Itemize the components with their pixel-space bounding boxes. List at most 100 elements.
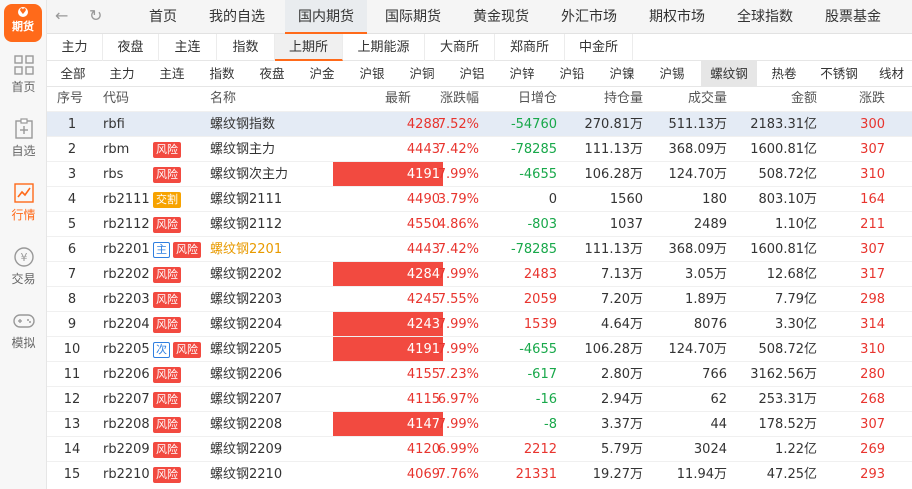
tab-product-hot-coil[interactable]: 热卷: [761, 61, 807, 87]
table-row[interactable]: 3 rbs 风险 螺纹钢次主力 4191 7.99% -4655 106.28万 124.70万…: [47, 161, 912, 187]
home-grid-icon: [13, 55, 34, 75]
tab-options[interactable]: 期权市场: [637, 0, 717, 34]
table-row[interactable]: 10 rb2205 次风险 螺纹钢2205 4191 7.99% -4655 106.28万 1…: [47, 336, 912, 362]
tab-product-night[interactable]: 夜盘: [249, 61, 295, 87]
tab-night[interactable]: 夜盘: [103, 34, 159, 61]
tab-domestic-futures[interactable]: 国内期货: [285, 0, 367, 34]
tab-dce[interactable]: 大商所: [425, 34, 495, 61]
header-name[interactable]: 名称: [210, 87, 236, 111]
table-row[interactable]: 13 rb2208 风险 螺纹钢2208 4147 7.99% -8 3.37万 44 178.5…: [47, 411, 912, 437]
table-row[interactable]: 2 rbm 风险 螺纹钢主力 4443 7.42% -78285 111.13万 368.09万…: [47, 136, 912, 161]
delivery-badge: 交割: [153, 191, 181, 208]
tab-cffex[interactable]: 中金所: [565, 34, 633, 61]
contract-name: 螺纹钢2209: [210, 442, 283, 457]
open-interest: 4.64万: [601, 317, 643, 332]
table-row[interactable]: 9 rb2204 风险 螺纹钢2204 4243 7.99% 1539 4.64万 8076 3.…: [47, 311, 912, 337]
pct-change: 6.97%: [437, 392, 479, 407]
table-row[interactable]: 11 rb2206 风险 螺纹钢2206 4155 7.23% -617 2.80万 766 31…: [47, 361, 912, 386]
tab-product-zinc[interactable]: 沪锌: [499, 61, 545, 87]
table-row[interactable]: 4 rb2111 交割 螺纹钢2111 4490 3.79% 0 1560 180 803.10万…: [47, 186, 912, 211]
amount: 47.25亿: [766, 467, 817, 482]
tab-product-rebar[interactable]: 螺纹钢: [701, 61, 757, 87]
header-volume[interactable]: 成交量: [649, 87, 727, 111]
table-row[interactable]: 8 rb2203 风险 螺纹钢2203 4245 7.55% 2059 7.20万 1.89万 7…: [47, 286, 912, 311]
table-row[interactable]: 6 rb2201 主风险 螺纹钢2201 4443 7.42% -78285 111.13万 3…: [47, 236, 912, 261]
sidebar-item-trade[interactable]: ¥ 交易: [0, 246, 47, 287]
header-code[interactable]: 代码: [103, 87, 129, 111]
table-row[interactable]: 12 rb2207 风险 螺纹钢2207 4115 6.97% -16 2.94万 62 253.…: [47, 386, 912, 411]
sidebar-item-market[interactable]: 行情: [0, 182, 47, 223]
tab-continuous[interactable]: 主连: [159, 34, 217, 61]
risk-badge: 风险: [153, 316, 181, 333]
sidebar-item-watchlist[interactable]: 自选: [0, 118, 47, 159]
risk-badge: 风险: [173, 341, 201, 358]
badge-group: 风险: [153, 137, 184, 162]
tab-product-main[interactable]: 主力: [99, 61, 145, 87]
contract-code: rbm: [103, 142, 130, 157]
tab-product-aluminum[interactable]: 沪铝: [449, 61, 495, 87]
sidebar-item-home[interactable]: 首页: [0, 54, 47, 95]
badge-group: 风险: [153, 162, 184, 187]
risk-badge: 风险: [153, 266, 181, 283]
sidebar-item-label: 模拟: [11, 336, 36, 350]
tab-my-watchlist[interactable]: 我的自选: [197, 0, 277, 34]
table-row[interactable]: 5 rb2112 风险 螺纹钢2112 4550 4.86% -803 1037 2489 1.1…: [47, 211, 912, 236]
sidebar-item-simulate[interactable]: 模拟: [0, 310, 47, 351]
open-interest: 2.80万: [601, 367, 643, 382]
tab-product-stainless[interactable]: 不锈钢: [811, 61, 867, 87]
pct-change: 7.23%: [437, 367, 479, 382]
tab-shfe[interactable]: 上期所: [275, 34, 343, 61]
table-row[interactable]: 1 rbfi 螺纹钢指数 4288 7.52% -54760 270.81万 511.13万 2…: [47, 111, 912, 136]
price-change: 280: [860, 367, 885, 382]
daily-oi-change: -4655: [519, 342, 557, 357]
tab-forex[interactable]: 外汇市场: [549, 0, 629, 34]
daily-oi-change: -54760: [510, 117, 557, 132]
sidebar-item-label: 行情: [11, 208, 36, 222]
tab-ine[interactable]: 上期能源: [343, 34, 425, 61]
row-index: 10: [63, 342, 81, 357]
tab-product-continuous[interactable]: 主连: [149, 61, 195, 87]
row-index: 14: [63, 442, 81, 457]
volume: 3.05万: [685, 267, 727, 282]
tab-product-gold[interactable]: 沪金: [299, 61, 345, 87]
tab-gold-spot[interactable]: 黄金现货: [461, 0, 541, 34]
header-daily-oi-change[interactable]: 日增仓: [487, 87, 557, 111]
tab-stock-funds[interactable]: 股票基金: [813, 0, 893, 34]
header-change[interactable]: 涨跌: [827, 87, 885, 111]
tab-product-lead[interactable]: 沪铅: [549, 61, 595, 87]
tab-product-silver[interactable]: 沪银: [349, 61, 395, 87]
header-open-interest[interactable]: 持仓量: [565, 87, 643, 111]
tab-index[interactable]: 指数: [217, 34, 275, 61]
table-row[interactable]: 7 rb2202 风险 螺纹钢2202 4284 7.99% 2483 7.13万 3.05万 1…: [47, 261, 912, 287]
tab-home[interactable]: 首页: [135, 0, 191, 34]
table-row[interactable]: 15 rb2210 风险 螺纹钢2210 4069 7.76% 21331 19.27万 11.…: [47, 461, 912, 486]
tab-international-futures[interactable]: 国际期货: [373, 0, 453, 34]
header-pct-change[interactable]: 涨跌幅: [417, 87, 479, 111]
open-interest: 19.27万: [592, 467, 643, 482]
back-arrow-icon[interactable]: ←: [55, 6, 68, 25]
badge-group: 风险: [153, 412, 184, 437]
refresh-icon[interactable]: ↻: [89, 6, 102, 25]
open-interest: 111.13万: [584, 142, 644, 157]
contract-name: 螺纹钢2207: [210, 392, 283, 407]
contract-code: rb2203: [103, 292, 150, 307]
tab-product-tin[interactable]: 沪锡: [649, 61, 695, 87]
header-amount[interactable]: 金额: [733, 87, 817, 111]
risk-badge: 风险: [153, 466, 181, 483]
table-header: 序号 代码 名称 最新 涨跌幅 日增仓 持仓量 成交量 金额 涨跌: [47, 87, 912, 111]
tab-product-wire-rod[interactable]: 线材: [871, 61, 912, 87]
tab-product-index[interactable]: 指数: [199, 61, 245, 87]
tab-czce[interactable]: 郑商所: [495, 34, 565, 61]
tab-product-all[interactable]: 全部: [51, 61, 95, 87]
contract-code: rb2204: [103, 317, 150, 332]
tab-main[interactable]: 主力: [47, 34, 103, 61]
daily-oi-change: 2059: [523, 292, 557, 307]
tab-global-index[interactable]: 全球指数: [725, 0, 805, 34]
app-logo[interactable]: ♥ 期货: [4, 4, 42, 42]
contract-name: 螺纹钢2205: [210, 342, 283, 357]
tab-product-nickel[interactable]: 沪镍: [599, 61, 645, 87]
tab-product-copper[interactable]: 沪铜: [399, 61, 445, 87]
header-last[interactable]: 最新: [353, 87, 411, 111]
table-row[interactable]: 14 rb2209 风险 螺纹钢2209 4120 6.99% 2212 5.79万 3024 1…: [47, 436, 912, 461]
header-index[interactable]: 序号: [57, 87, 83, 111]
